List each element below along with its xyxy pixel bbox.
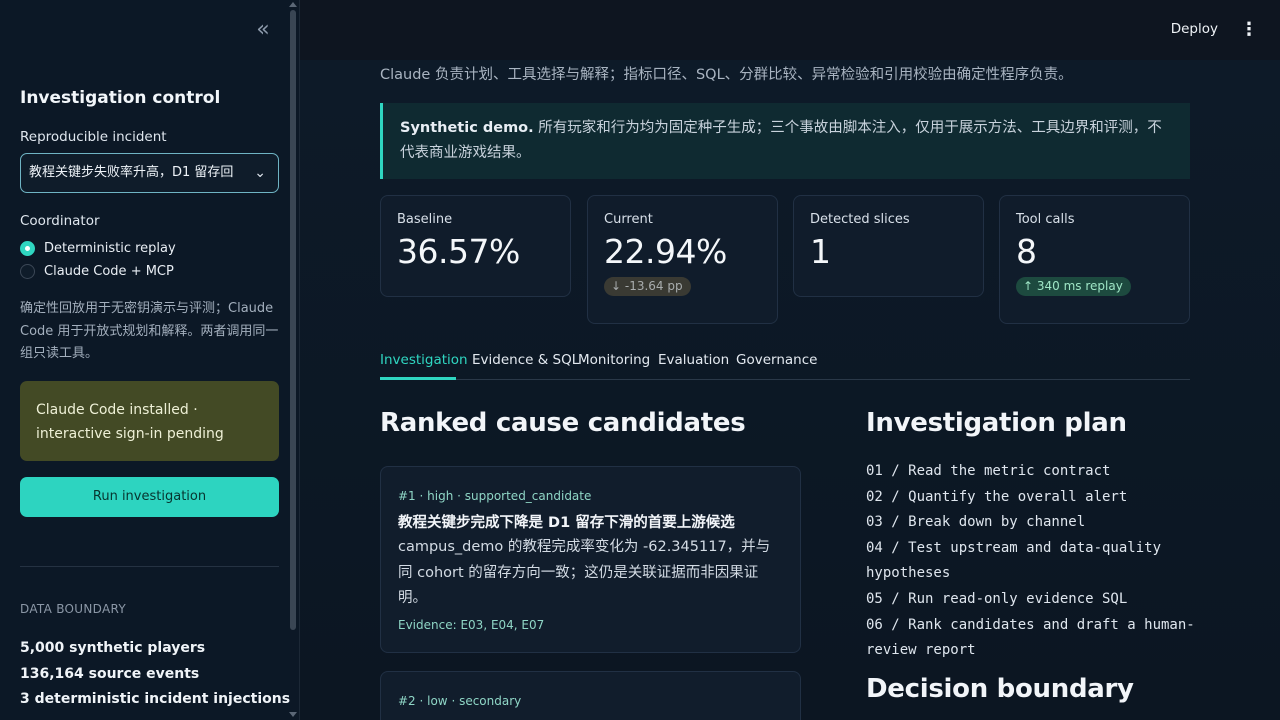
- app-window: « Investigation control Reproducible inc…: [0, 0, 1280, 720]
- plan-steps: 01 / Read the metric contract 02 / Quant…: [866, 459, 1196, 664]
- run-investigation-button[interactable]: Run investigation: [20, 477, 279, 517]
- radio-label: Deterministic replay: [44, 240, 176, 256]
- radio-selected-icon[interactable]: [20, 240, 35, 256]
- kpi-current: Current 22.94% ↓ -13.64 pp: [587, 195, 778, 324]
- synthetic-demo-notice: Synthetic demo. 所有玩家和行为均为固定种子生成；三个事故由脚本注…: [380, 103, 1190, 179]
- candidates-heading: Ranked cause candidates: [380, 408, 746, 438]
- kpi-delta-badge: ↓ -13.64 pp: [604, 277, 691, 296]
- kpi-label: Current: [604, 212, 653, 227]
- deploy-button[interactable]: Deploy: [1171, 21, 1218, 37]
- radio-deterministic-replay[interactable]: Deterministic replay: [20, 239, 176, 257]
- candidate-body: campus_demo 的教程完成率变化为 -62.345117，并与同 coh…: [398, 539, 771, 606]
- kpi-label: Detected slices: [810, 212, 910, 227]
- notice-bold: Synthetic demo.: [400, 120, 534, 136]
- kpi-label: Tool calls: [1016, 212, 1075, 227]
- data-boundary-caption: DATA BOUNDARY: [20, 602, 126, 616]
- double-chevron-left-icon[interactable]: «: [250, 18, 276, 44]
- incident-select-value: 教程关键步失败率升高，D1 留存回: [29, 165, 234, 180]
- scroll-up-arrow-icon[interactable]: [289, 2, 297, 7]
- status-banner: Claude Code installed · interactive sign…: [20, 381, 279, 461]
- coordinator-note: 确定性回放用于无密钥演示与评测；Claude Code 用于开放式规划和解释。两…: [20, 301, 279, 361]
- sidebar-scrollbar[interactable]: [290, 10, 296, 630]
- kpi-detected-slices: Detected slices 1: [793, 195, 984, 297]
- kpi-value: 22.94%: [604, 232, 727, 271]
- divider: [20, 566, 279, 567]
- plan-step: 02 / Quantify the overall alert: [866, 488, 1128, 505]
- chevron-down-icon: ⌄: [254, 165, 266, 181]
- kpi-value: 1: [810, 232, 831, 271]
- plan-step: 03 / Break down by channel: [866, 514, 1086, 531]
- kpi-delta-badge: ↑ 340 ms replay: [1016, 277, 1131, 296]
- tab-monitoring[interactable]: Monitoring: [578, 352, 650, 368]
- stat-injections: 3 deterministic incident injections: [20, 691, 291, 707]
- candidate-meta: #2 · low · secondary: [398, 694, 522, 708]
- kpi-label: Baseline: [397, 212, 453, 227]
- candidate-evidence: Evidence: E03, E04, E07: [398, 617, 545, 632]
- tab-governance[interactable]: Governance: [736, 352, 817, 368]
- sidebar-title: Investigation control: [20, 88, 221, 108]
- stat-events: 136,164 source events: [20, 666, 200, 682]
- plan-step: 04 / Test upstream and data-quality hypo…: [866, 539, 1162, 582]
- incident-select[interactable]: 教程关键步失败率升高，D1 留存回 ⌄: [20, 153, 279, 193]
- sidebar: « Investigation control Reproducible inc…: [0, 0, 300, 720]
- tab-evaluation[interactable]: Evaluation: [658, 352, 729, 368]
- kpi-tool-calls: Tool calls 8 ↑ 340 ms replay: [999, 195, 1190, 324]
- stat-players: 5,000 synthetic players: [20, 640, 206, 656]
- radio-unselected-icon[interactable]: [20, 263, 35, 279]
- plan-step: 01 / Read the metric contract: [866, 463, 1111, 479]
- active-tab-indicator: [380, 377, 456, 380]
- tab-evidence-sql[interactable]: Evidence & SQL: [472, 352, 579, 368]
- kpi-baseline: Baseline 36.57%: [380, 195, 571, 297]
- incident-label: Reproducible incident: [20, 129, 167, 145]
- radio-claude-code-mcp[interactable]: Claude Code + MCP: [20, 262, 174, 280]
- tab-investigation[interactable]: Investigation: [380, 352, 468, 368]
- candidate-card: #2 · low · secondary: [380, 671, 801, 720]
- candidate-title: 教程关键步完成下降是 D1 留存下滑的首要上游候选: [398, 515, 735, 531]
- top-bar: Deploy ⋮: [300, 0, 1280, 60]
- kpi-value: 8: [1016, 232, 1037, 271]
- main-content: Claude 负责计划、工具选择与解释；指标口径、SQL、分群比较、异常检验和引…: [300, 60, 1280, 720]
- candidate-card: #1 · high · supported_candidate 教程关键步完成下…: [380, 466, 801, 653]
- tab-bar: Investigation Evidence & SQL Monitoring …: [380, 348, 1190, 380]
- coordinator-label: Coordinator: [20, 213, 100, 229]
- radio-label: Claude Code + MCP: [44, 263, 174, 279]
- candidate-meta: #1 · high · supported_candidate: [398, 489, 592, 503]
- kpi-value: 36.57%: [397, 232, 520, 271]
- scroll-down-arrow-icon[interactable]: [289, 712, 297, 717]
- plan-step: 05 / Run read-only evidence SQL: [866, 590, 1128, 607]
- intro-text: Claude 负责计划、工具选择与解释；指标口径、SQL、分群比较、异常检验和引…: [380, 67, 1073, 83]
- kebab-menu-icon[interactable]: ⋮: [1240, 18, 1258, 42]
- plan-heading: Investigation plan: [866, 408, 1127, 438]
- decision-heading: Decision boundary: [866, 674, 1134, 704]
- plan-step: 06 / Rank candidates and draft a human-r…: [866, 616, 1195, 659]
